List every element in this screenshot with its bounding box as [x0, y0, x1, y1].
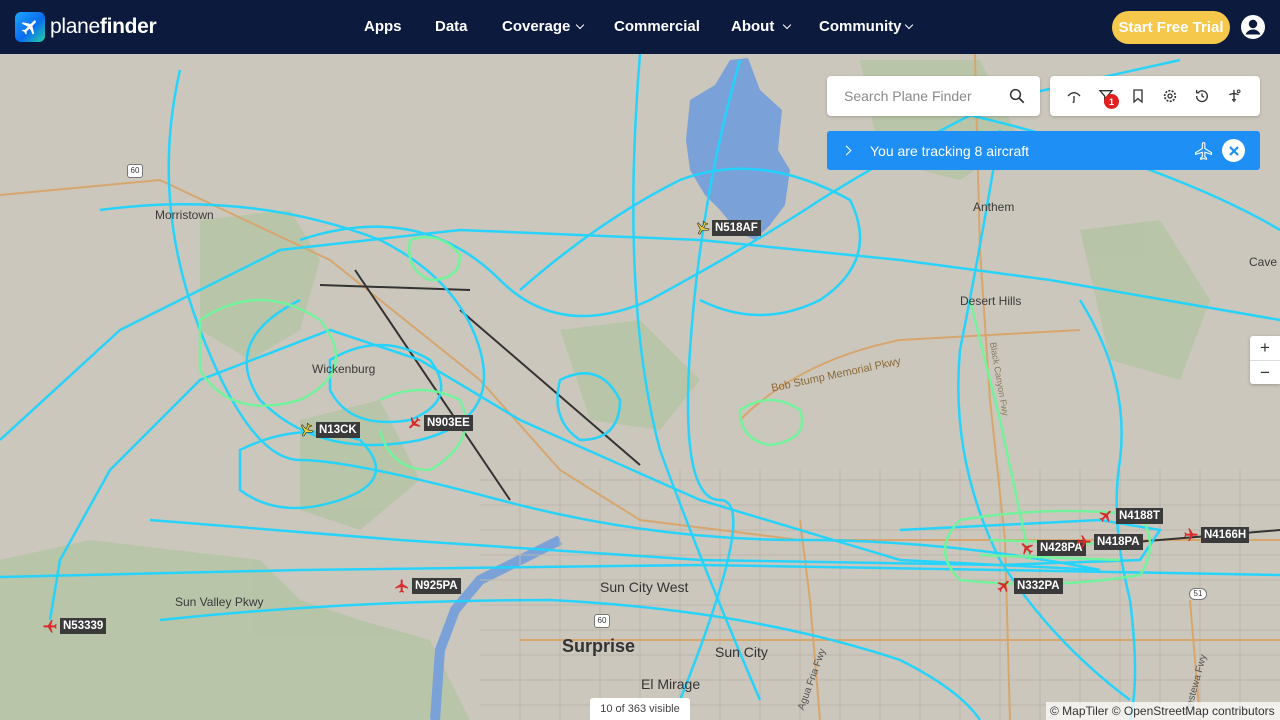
bookmark-icon[interactable]	[1130, 88, 1146, 104]
zoom-in-button[interactable]: +	[1250, 336, 1280, 360]
plane-yellow-icon	[301, 422, 314, 437]
chevron-down-icon	[576, 20, 585, 29]
plane-red-icon	[395, 579, 408, 593]
nav-apps[interactable]: Apps	[364, 18, 402, 35]
chevron-down-icon	[783, 20, 792, 29]
route-60-shield-south: 60	[594, 614, 610, 628]
aircraft-label: N925PA	[412, 578, 461, 594]
aircraft-marker[interactable]: N518AF	[694, 220, 761, 236]
aircraft-marker[interactable]: N332PA	[996, 578, 1063, 594]
plane-red-icon	[43, 620, 57, 633]
route-60-shield: 60	[127, 164, 143, 178]
place-morristown: Morristown	[155, 208, 214, 222]
aircraft-marker[interactable]: N418PA	[1076, 534, 1143, 550]
aircraft-label: N418PA	[1094, 534, 1143, 550]
aircraft-marker[interactable]: N925PA	[394, 578, 461, 594]
nav-commercial[interactable]: Commercial	[614, 18, 700, 35]
close-icon	[1228, 145, 1239, 156]
aircraft-label: N13CK	[316, 422, 360, 438]
plane-red-icon	[1099, 510, 1111, 523]
search-icon[interactable]	[1008, 87, 1026, 105]
nav-data[interactable]: Data	[435, 18, 468, 35]
user-account-icon[interactable]	[1241, 15, 1265, 39]
place-sun-valley-pkwy: Sun Valley Pkwy	[175, 595, 264, 609]
nav-coverage[interactable]: Coverage	[502, 18, 585, 35]
tracking-banner[interactable]: You are tracking 8 aircraft	[827, 131, 1260, 170]
aircraft-label: N518AF	[712, 220, 761, 236]
place-el-mirage: El Mirage	[641, 676, 701, 692]
place-cave-creek: Cave C	[1249, 255, 1280, 269]
plane-red-icon	[1077, 535, 1091, 548]
chevron-right-icon[interactable]	[841, 145, 852, 156]
zoom-control: + −	[1250, 336, 1280, 384]
aircraft-label: N332PA	[1014, 578, 1063, 594]
search-input[interactable]	[842, 87, 1002, 105]
history-icon[interactable]	[1194, 88, 1210, 104]
aircraft-label: N4166H	[1201, 527, 1250, 543]
aircraft-label: N903EE	[424, 415, 473, 431]
plane-red-icon	[1021, 543, 1034, 555]
airport-icon[interactable]	[1226, 88, 1242, 104]
place-surprise: Surprise	[562, 636, 636, 656]
place-anthem: Anthem	[973, 200, 1015, 214]
tracking-text: You are tracking 8 aircraft	[870, 142, 1030, 159]
aircraft-marker[interactable]: N4166H	[1183, 527, 1250, 543]
aircraft-label: N4188T	[1116, 508, 1163, 524]
chevron-down-icon	[904, 20, 913, 29]
place-sun-city-west: Sun City West	[600, 579, 689, 595]
visible-count: 10 of 363 visible	[590, 698, 690, 720]
nav-community[interactable]: Community	[819, 18, 913, 35]
top-navbar: planefinder Apps Data Coverage Commercia…	[0, 0, 1280, 54]
place-desert-hills: Desert Hills	[960, 294, 1022, 308]
aircraft-marker[interactable]: N13CK	[298, 422, 360, 438]
plane-yellow-icon	[697, 220, 710, 235]
plane-logo-icon	[15, 12, 45, 42]
plane-outline-icon[interactable]	[1194, 141, 1214, 161]
nav-about[interactable]: About	[731, 18, 792, 35]
route-51-shield: 51	[1189, 588, 1207, 600]
search-box	[827, 76, 1040, 116]
brand-name: planefinder	[50, 15, 157, 38]
map-attribution[interactable]: © MapTiler © OpenStreetMap contributors	[1046, 702, 1280, 720]
aircraft-label: N53339	[60, 618, 107, 634]
planefinder-logo[interactable]: planefinder	[15, 12, 157, 42]
settings-icon[interactable]	[1162, 88, 1178, 104]
place-wickenburg: Wickenburg	[312, 362, 376, 376]
zoom-out-button[interactable]: −	[1250, 360, 1280, 384]
plane-red-icon	[997, 580, 1009, 593]
aircraft-marker[interactable]: N4188T	[1098, 508, 1163, 524]
map-toolbar	[1050, 76, 1260, 116]
close-tracking-button[interactable]	[1222, 139, 1245, 162]
plane-red-icon	[409, 416, 421, 429]
place-sun-city: Sun City	[715, 644, 768, 660]
plane-red-icon	[1184, 528, 1198, 541]
aircraft-marker[interactable]: N903EE	[406, 415, 473, 431]
filter-count-badge: 1	[1104, 94, 1119, 109]
aircraft-marker[interactable]: N53339	[42, 618, 107, 634]
start-free-trial-button[interactable]: Start Free Trial	[1112, 11, 1230, 44]
weather-icon[interactable]	[1066, 88, 1082, 104]
